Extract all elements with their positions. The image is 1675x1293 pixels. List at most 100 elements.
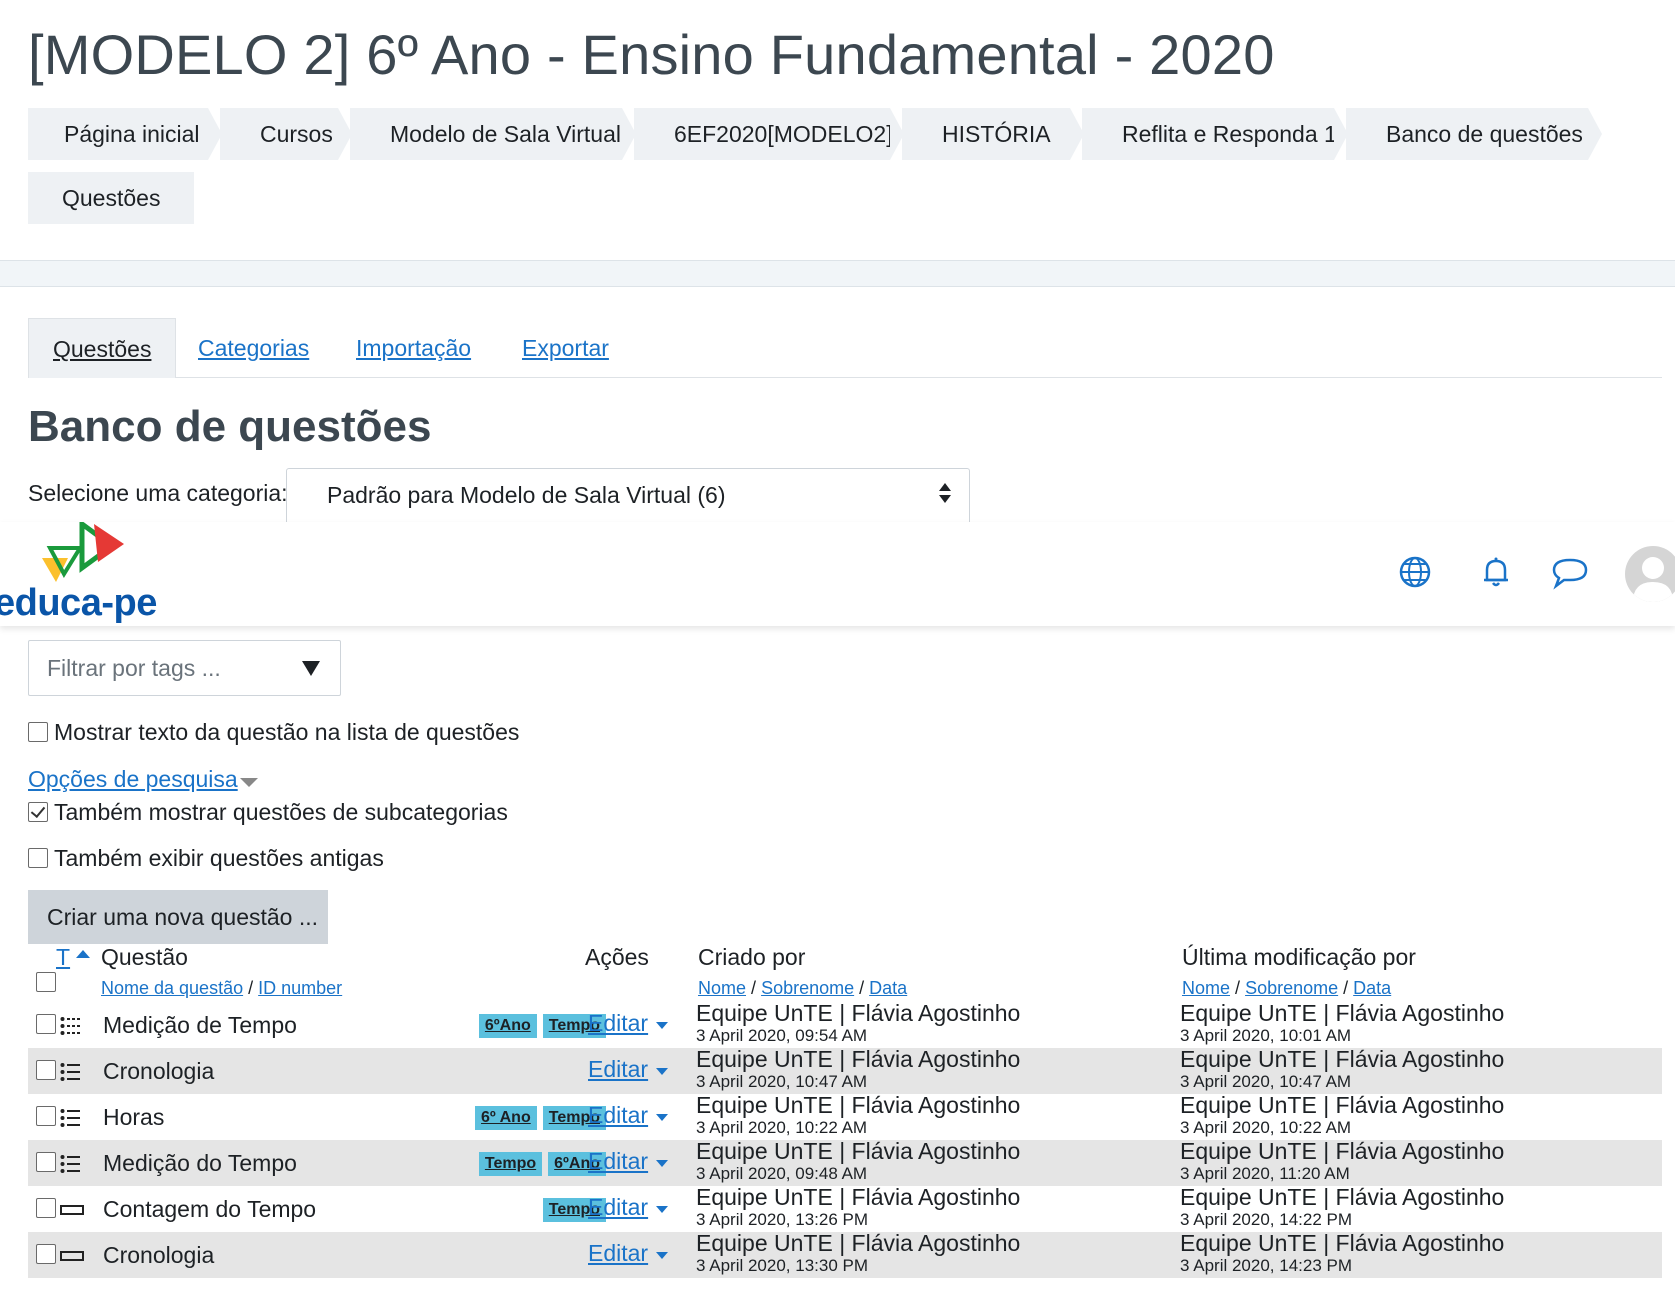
table-row: Horas 6º Ano Tempo Editar Equipe UnTE | … (28, 1092, 1662, 1140)
created-by-name: Equipe UnTE | Flávia Agostinho (696, 1184, 1021, 1210)
row-checkbox[interactable] (36, 1198, 56, 1218)
tag-badges: Tempo 6ºAno (478, 1152, 606, 1176)
question-bank-tabs: Questões Categorias Importação Exportar (28, 318, 1662, 378)
modified-by-name: Equipe UnTE | Flávia Agostinho (1180, 1184, 1505, 1210)
question-name: Horas (103, 1104, 165, 1130)
breadcrumb-item-cursos[interactable]: Cursos (220, 108, 356, 160)
row-checkbox[interactable] (36, 1152, 56, 1172)
edit-menu-link[interactable]: Editar (588, 1056, 648, 1083)
create-question-button[interactable]: Criar uma nova questão ... (28, 890, 328, 944)
row-checkbox[interactable] (36, 1106, 56, 1126)
created-by-name: Equipe UnTE | Flávia Agostinho (696, 1138, 1021, 1164)
show-text-checkbox[interactable] (28, 722, 48, 742)
chevron-down-icon[interactable] (240, 778, 258, 787)
tab-importacao[interactable]: Importação (356, 318, 471, 378)
short-answer-icon (60, 1205, 84, 1215)
row-checkbox[interactable] (36, 1244, 56, 1264)
modified-by-name: Equipe UnTE | Flávia Agostinho (1180, 1230, 1505, 1256)
section-title: Banco de questões (28, 402, 432, 451)
created-date: 3 April 2020, 09:48 AM (696, 1164, 868, 1183)
row-checkbox[interactable] (36, 1014, 56, 1034)
row-checkbox[interactable] (36, 1060, 56, 1080)
chevron-down-icon[interactable] (656, 1022, 668, 1029)
breadcrumb-item-home[interactable]: Página inicial (28, 108, 226, 160)
chevron-down-icon[interactable] (656, 1252, 668, 1259)
table-row: Contagem do Tempo Tempo Editar Equipe Un… (28, 1184, 1662, 1232)
chevron-down-icon[interactable] (656, 1114, 668, 1121)
breadcrumb-item-questoes[interactable]: Questões (28, 172, 194, 224)
modified-date: 3 April 2020, 10:47 AM (1180, 1072, 1352, 1091)
tag-filter-select[interactable]: Filtrar por tags ... (28, 640, 341, 696)
header-actions: Ações (585, 944, 649, 970)
tag-filter-placeholder: Filtrar por tags ... (47, 655, 221, 681)
tag-badge[interactable]: 6ºAno (478, 1014, 537, 1038)
dropdown-arrow-icon (302, 661, 320, 676)
sort-id-number-link[interactable]: ID number (258, 978, 342, 998)
modified-date: 3 April 2020, 14:22 PM (1180, 1210, 1353, 1229)
globe-icon[interactable] (1397, 554, 1433, 590)
select-updown-icon (939, 483, 951, 505)
top-navbar: educa-pe (0, 522, 1675, 626)
breadcrumb-item-course-code[interactable]: 6EF2020[MODELO2] (634, 108, 908, 160)
tab-categorias[interactable]: Categorias (198, 318, 309, 378)
page-header-divider (0, 260, 1675, 287)
select-all-checkbox[interactable] (36, 972, 56, 992)
breadcrumb-item-banco[interactable]: Banco de questões (1346, 108, 1606, 160)
sort-asc-icon (76, 950, 90, 958)
search-options-link[interactable]: Opções de pesquisa (28, 766, 238, 793)
breadcrumb-item-reflita[interactable]: Reflita e Responda 1 (1082, 108, 1352, 160)
question-name: Cronologia (103, 1242, 215, 1268)
created-by-name: Equipe UnTE | Flávia Agostinho (696, 1000, 1021, 1026)
tab-exportar[interactable]: Exportar (522, 318, 609, 378)
edit-menu-link[interactable]: Editar (588, 1240, 648, 1267)
sort-modified-first-name-link[interactable]: Nome (1182, 978, 1230, 998)
sort-created-last-name-link[interactable]: Sobrenome (761, 978, 854, 998)
created-date: 3 April 2020, 10:22 AM (696, 1118, 868, 1137)
modified-by-name: Equipe UnTE | Flávia Agostinho (1180, 1000, 1505, 1026)
sort-question-name-link[interactable]: Nome da questão (101, 978, 243, 998)
edit-menu-link[interactable]: Editar (588, 1102, 648, 1129)
edit-menu-link[interactable]: Editar (588, 1194, 648, 1221)
subcategories-checkbox[interactable] (28, 802, 48, 822)
sort-by-type-link[interactable]: T (56, 944, 70, 971)
modified-date: 3 April 2020, 10:01 AM (1180, 1026, 1352, 1045)
sort-modified-date-link[interactable]: Data (1353, 978, 1391, 998)
sort-created-date-link[interactable]: Data (869, 978, 907, 998)
modified-by-name: Equipe UnTE | Flávia Agostinho (1180, 1092, 1505, 1118)
tag-badge[interactable]: Tempo (478, 1152, 543, 1176)
logo-text: educa-pe (0, 582, 157, 624)
table-row: Medição de Tempo 6ºAno Tempo Editar Equi… (28, 1000, 1662, 1048)
created-date: 3 April 2020, 09:54 AM (696, 1026, 868, 1045)
sort-created-first-name-link[interactable]: Nome (698, 978, 746, 998)
chevron-down-icon[interactable] (656, 1160, 668, 1167)
modified-date: 3 April 2020, 14:23 PM (1180, 1256, 1353, 1275)
old-questions-checkbox[interactable] (28, 848, 48, 868)
chevron-down-icon[interactable] (656, 1206, 668, 1213)
page-title: [MODELO 2] 6º Ano - Ensino Fundamental -… (28, 23, 1275, 86)
edit-menu-link[interactable]: Editar (588, 1010, 648, 1037)
educa-pe-logo[interactable]: educa-pe (0, 522, 170, 626)
bell-icon[interactable] (1478, 554, 1514, 590)
category-select[interactable]: Padrão para Modelo de Sala Virtual (6) (286, 468, 970, 522)
list-icon (60, 1063, 80, 1081)
edit-menu-link[interactable]: Editar (588, 1148, 648, 1175)
short-answer-icon (60, 1251, 84, 1261)
tag-badges: 6ºAno Tempo (478, 1014, 606, 1038)
tag-badge[interactable]: 6º Ano (475, 1106, 537, 1130)
tag-badges: 6º Ano Tempo (475, 1106, 606, 1130)
old-questions-label: Também exibir questões antigas (54, 845, 384, 871)
multichoice-icon (60, 1017, 80, 1035)
breadcrumb-item-modelo-sala[interactable]: Modelo de Sala Virtual (350, 108, 640, 160)
user-silhouette-icon (1633, 557, 1673, 602)
created-by-name: Equipe UnTE | Flávia Agostinho (696, 1092, 1021, 1118)
tab-questoes[interactable]: Questões (28, 318, 177, 378)
chat-icon[interactable] (1550, 554, 1590, 590)
created-date: 3 April 2020, 10:47 AM (696, 1072, 868, 1091)
chevron-down-icon[interactable] (656, 1068, 668, 1075)
user-avatar-icon[interactable] (1625, 546, 1675, 602)
breadcrumb-item-historia[interactable]: HISTÓRIA (902, 108, 1088, 160)
created-by-name: Equipe UnTE | Flávia Agostinho (696, 1230, 1021, 1256)
modified-by-name: Equipe UnTE | Flávia Agostinho (1180, 1046, 1505, 1072)
sort-modified-last-name-link[interactable]: Sobrenome (1245, 978, 1338, 998)
modified-date: 3 April 2020, 10:22 AM (1180, 1118, 1352, 1137)
